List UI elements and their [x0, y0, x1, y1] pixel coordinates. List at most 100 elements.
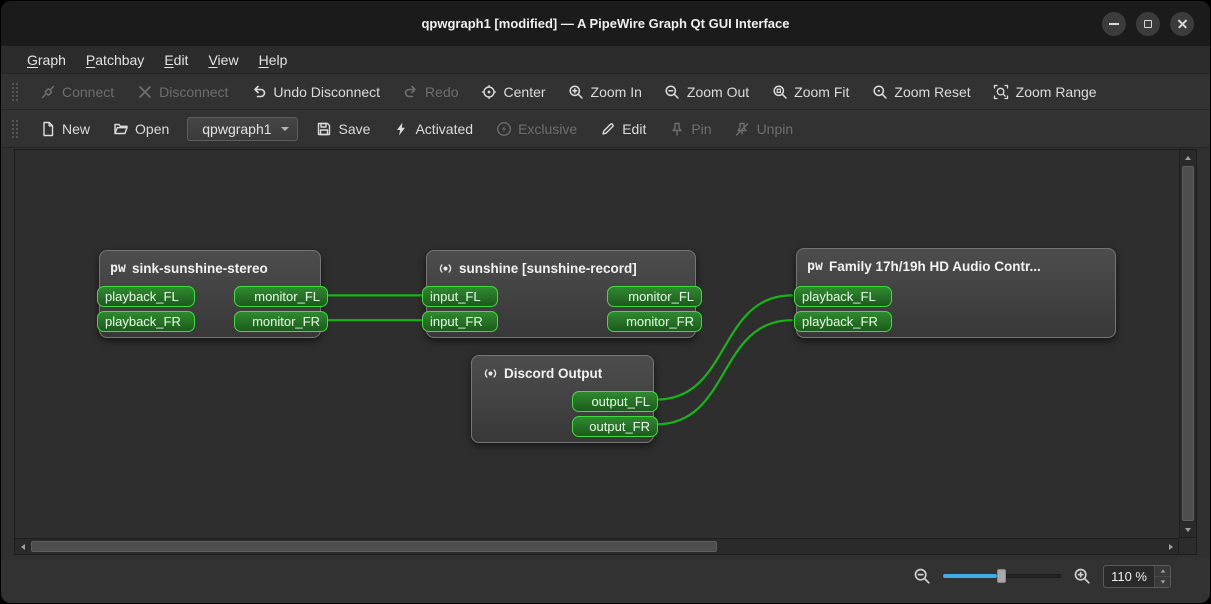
scroll-right-icon [1168, 543, 1173, 550]
pipewire-icon: pw [807, 258, 823, 274]
port-input_FR[interactable]: input_FR [422, 311, 498, 332]
pin-label: Pin [691, 120, 712, 137]
zoom-out-icon [664, 83, 681, 100]
record-icon [482, 365, 498, 381]
menu-edit[interactable]: Edit [154, 49, 198, 71]
open-folder-icon [112, 120, 129, 137]
node-title: Family 17h/19h HD Audio Contr... [829, 258, 1041, 274]
open-button[interactable]: Open [102, 115, 179, 142]
center-label: Center [503, 83, 546, 100]
minimize-button[interactable] [1102, 11, 1126, 36]
window-title: qpwgraph1 [modified] — A PipeWire Graph … [421, 16, 790, 31]
port-playback_FL[interactable]: playback_FL [794, 286, 892, 307]
save-icon [316, 120, 333, 137]
zoom-spinbox[interactable]: 110 % [1103, 565, 1171, 588]
menu-graph[interactable]: Graph [17, 49, 76, 71]
pin-icon [668, 120, 685, 137]
port-input_FL[interactable]: input_FL [422, 286, 498, 307]
app-window: qpwgraph1 [modified] — A PipeWire Graph … [0, 0, 1211, 604]
patchbay-toolbar: New Open qpwgraph1 Save Activated Exclus… [1, 110, 1210, 149]
port-output_FL[interactable]: output_FL [572, 391, 658, 412]
chevron-down-icon [280, 126, 289, 131]
zoom-slider-handle[interactable] [997, 569, 1007, 583]
save-label: Save [338, 120, 371, 137]
scroll-left-button[interactable] [15, 539, 30, 554]
scroll-down-icon [1185, 527, 1191, 532]
graph-toolbar: Connect Disconnect Undo Disconnect Redo … [1, 74, 1210, 110]
port-monitor_FL[interactable]: monitor_FL [607, 286, 702, 307]
disconnect-icon [136, 83, 153, 100]
unpin-button[interactable]: Unpin [724, 115, 804, 142]
node-title: Discord Output [504, 365, 603, 381]
redo-icon [402, 83, 419, 100]
disconnect-button[interactable]: Disconnect [126, 78, 238, 105]
activated-button[interactable]: Activated [382, 115, 483, 142]
close-button[interactable] [1170, 11, 1194, 36]
zoom-spin-down-button[interactable] [1155, 576, 1170, 587]
redo-label: Redo [425, 83, 459, 100]
zoom-range-icon [993, 83, 1010, 100]
port-playback_FR[interactable]: playback_FR [97, 311, 195, 332]
port-playback_FL[interactable]: playback_FL [97, 286, 195, 307]
toolbar-grip[interactable] [11, 81, 19, 102]
titlebar[interactable]: qpwgraph1 [modified] — A PipeWire Graph … [1, 1, 1210, 46]
zoom-in-label: Zoom In [590, 83, 642, 100]
menu-help[interactable]: Help [249, 49, 298, 71]
center-button[interactable]: Center [471, 78, 556, 105]
zoom-reset-button[interactable]: Zoom Reset [861, 78, 980, 105]
zoom-spinbox-value[interactable]: 110 % [1104, 566, 1154, 587]
undo-disconnect-button[interactable]: Undo Disconnect [240, 78, 390, 105]
undo-icon [250, 83, 267, 100]
redo-button[interactable]: Redo [392, 78, 468, 105]
patchbay-selector-value: qpwgraph1 [202, 120, 272, 137]
zoom-range-button[interactable]: Zoom Range [983, 78, 1107, 105]
new-button[interactable]: New [29, 115, 100, 142]
status-zoom-in-icon[interactable] [1073, 567, 1091, 585]
save-button[interactable]: Save [306, 115, 381, 142]
vertical-scrollbar-thumb[interactable] [1182, 166, 1194, 521]
scroll-up-button[interactable] [1180, 150, 1196, 165]
connect-button[interactable]: Connect [29, 78, 124, 105]
status-zoom-out-icon[interactable] [913, 567, 931, 585]
edit-label: Edit [622, 120, 647, 137]
port-output_FR[interactable]: output_FR [572, 416, 658, 437]
scroll-right-button[interactable] [1163, 539, 1178, 554]
connect-icon [39, 83, 56, 100]
zoom-fit-icon [771, 83, 788, 100]
patchbay-selector[interactable]: qpwgraph1 [187, 116, 298, 149]
zoom-spin-up-button[interactable] [1155, 566, 1170, 576]
scroll-down-button[interactable] [1180, 522, 1196, 537]
spin-up-icon [1160, 569, 1165, 573]
horizontal-scrollbar-thumb[interactable] [31, 541, 718, 552]
horizontal-scrollbar[interactable] [14, 538, 1179, 555]
maximize-button[interactable] [1136, 11, 1160, 36]
zoom-in-button[interactable]: Zoom In [558, 78, 652, 105]
spin-down-icon [1160, 580, 1165, 584]
exclusive-lightning-icon [495, 120, 512, 137]
edit-button[interactable]: Edit [589, 115, 656, 142]
record-icon [437, 260, 453, 276]
port-monitor_FR[interactable]: monitor_FR [607, 311, 702, 332]
scrollbar-corner [1179, 538, 1197, 555]
node-title: sunshine [sunshine-record] [459, 260, 637, 276]
vertical-scrollbar[interactable] [1179, 149, 1197, 538]
menubar: Graph Patchbay Edit View Help [1, 46, 1210, 74]
graph-canvas[interactable]: pw sink-sunshine-stereo playback_FL playbac… [14, 149, 1179, 538]
new-file-icon [39, 120, 56, 137]
scroll-left-icon [20, 543, 25, 550]
menu-patchbay[interactable]: Patchbay [76, 49, 154, 71]
graph-view: pw sink-sunshine-stereo playback_FL playbac… [1, 148, 1210, 557]
zoom-reset-icon [871, 83, 888, 100]
port-playback_FR[interactable]: playback_FR [794, 311, 892, 332]
minimize-icon [1109, 23, 1119, 25]
exclusive-button[interactable]: Exclusive [485, 115, 587, 142]
zoom-out-label: Zoom Out [686, 83, 750, 100]
port-monitor_FL[interactable]: monitor_FL [234, 286, 328, 307]
zoom-out-button[interactable]: Zoom Out [654, 78, 759, 105]
toolbar-grip[interactable] [11, 118, 19, 139]
zoom-slider[interactable] [943, 565, 1062, 587]
menu-view[interactable]: View [198, 49, 248, 71]
zoom-fit-button[interactable]: Zoom Fit [761, 78, 859, 105]
pin-button[interactable]: Pin [658, 115, 721, 142]
port-monitor_FR[interactable]: monitor_FR [234, 311, 328, 332]
